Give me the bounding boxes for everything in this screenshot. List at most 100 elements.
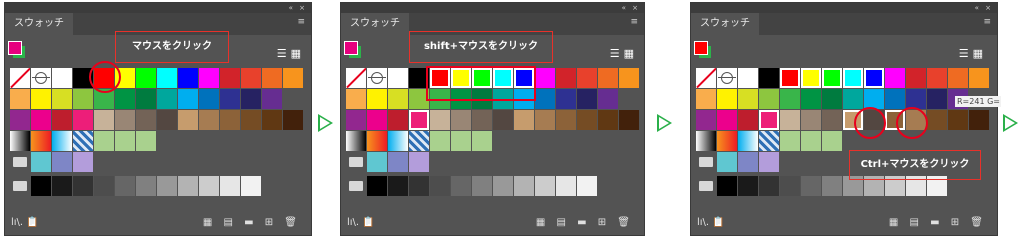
swatch[interactable] xyxy=(927,68,947,88)
library-menu-icon[interactable]: lı\. 📋 xyxy=(347,217,375,228)
swatch[interactable] xyxy=(220,89,240,109)
swatch[interactable] xyxy=(241,68,261,88)
swatch[interactable] xyxy=(199,110,219,130)
thumbnail-view-icon[interactable]: ▦ xyxy=(973,47,983,60)
swatch[interactable] xyxy=(220,110,240,130)
swatch[interactable] xyxy=(451,110,471,130)
swatch[interactable] xyxy=(801,110,821,130)
swatch[interactable] xyxy=(115,110,135,130)
swatch[interactable] xyxy=(801,131,821,151)
swatch[interactable] xyxy=(367,110,387,130)
swatch-gradient[interactable] xyxy=(388,131,408,151)
bottom-action-icons[interactable]: ▦ ▤ ▬ ⊞ 🗑 xyxy=(889,217,987,228)
swatch[interactable] xyxy=(31,152,51,172)
swatch[interactable] xyxy=(199,176,219,196)
swatch[interactable] xyxy=(780,131,800,151)
swatch[interactable] xyxy=(136,89,156,109)
swatch[interactable] xyxy=(346,110,366,130)
swatch[interactable] xyxy=(472,131,492,151)
swatch[interactable] xyxy=(822,131,842,151)
swatch[interactable] xyxy=(556,110,576,130)
swatch[interactable] xyxy=(717,110,737,130)
swatch-selected[interactable] xyxy=(409,110,429,130)
swatch-registration[interactable] xyxy=(367,68,387,88)
swatch[interactable] xyxy=(822,110,842,130)
swatch-selected[interactable] xyxy=(780,68,800,88)
fill-stroke-indicator[interactable] xyxy=(694,41,716,63)
swatch[interactable] xyxy=(759,176,779,196)
swatch[interactable] xyxy=(885,89,905,109)
swatch[interactable] xyxy=(241,89,261,109)
swatch[interactable] xyxy=(388,152,408,172)
swatch[interactable] xyxy=(52,176,72,196)
swatch[interactable] xyxy=(367,152,387,172)
swatch[interactable] xyxy=(430,176,450,196)
list-view-icon[interactable]: ☰ xyxy=(610,47,620,60)
swatch[interactable] xyxy=(696,110,716,130)
swatch[interactable] xyxy=(52,110,72,130)
swatch[interactable] xyxy=(94,110,114,130)
swatch[interactable] xyxy=(864,89,884,109)
swatch-selected[interactable] xyxy=(822,68,842,88)
swatch[interactable] xyxy=(157,68,177,88)
swatch[interactable] xyxy=(10,110,30,130)
swatch[interactable] xyxy=(493,176,513,196)
swatch[interactable] xyxy=(472,176,492,196)
swatch[interactable] xyxy=(220,176,240,196)
swatch[interactable] xyxy=(598,68,618,88)
swatch[interactable] xyxy=(535,89,555,109)
swatch[interactable] xyxy=(10,89,30,109)
swatch[interactable] xyxy=(136,131,156,151)
swatch-gradient[interactable] xyxy=(31,131,51,151)
swatch[interactable] xyxy=(801,89,821,109)
swatch[interactable] xyxy=(514,110,534,130)
swatch-gradient[interactable] xyxy=(52,131,72,151)
swatch[interactable] xyxy=(115,131,135,151)
swatch[interactable] xyxy=(822,89,842,109)
swatch[interactable] xyxy=(388,176,408,196)
swatch[interactable] xyxy=(388,89,408,109)
swatch-registration[interactable] xyxy=(717,68,737,88)
list-view-icon[interactable]: ☰ xyxy=(277,47,287,60)
panel-menu-icon[interactable]: ≡ xyxy=(983,17,991,27)
swatch[interactable] xyxy=(493,110,513,130)
swatch[interactable] xyxy=(556,68,576,88)
swatch[interactable] xyxy=(178,110,198,130)
swatch[interactable] xyxy=(52,152,72,172)
swatch-gradient[interactable] xyxy=(696,131,716,151)
swatch-black[interactable] xyxy=(759,68,779,88)
swatch-pattern[interactable] xyxy=(73,131,93,151)
swatch-pattern[interactable] xyxy=(409,131,429,151)
swatch[interactable] xyxy=(906,89,926,109)
swatch[interactable] xyxy=(367,89,387,109)
swatch[interactable] xyxy=(472,110,492,130)
swatch-gradient[interactable] xyxy=(346,131,366,151)
swatch[interactable] xyxy=(514,176,534,196)
swatch[interactable] xyxy=(136,68,156,88)
swatch[interactable] xyxy=(409,176,429,196)
swatch[interactable] xyxy=(906,68,926,88)
swatch[interactable] xyxy=(535,176,555,196)
swatch[interactable] xyxy=(283,68,303,88)
swatch[interactable] xyxy=(136,110,156,130)
swatch-none[interactable] xyxy=(346,68,366,88)
swatch-none[interactable] xyxy=(10,68,30,88)
swatch[interactable] xyxy=(283,110,303,130)
swatch[interactable] xyxy=(178,89,198,109)
swatch[interactable] xyxy=(94,131,114,151)
swatch[interactable] xyxy=(73,152,93,172)
swatch[interactable] xyxy=(430,131,450,151)
bottom-action-icons[interactable]: ▦ ▤ ▬ ⊞ 🗑 xyxy=(536,217,634,228)
thumbnail-view-icon[interactable]: ▦ xyxy=(624,47,634,60)
swatch[interactable] xyxy=(577,110,597,130)
swatch[interactable] xyxy=(262,110,282,130)
swatch[interactable] xyxy=(927,110,947,130)
swatch[interactable] xyxy=(619,68,639,88)
swatch[interactable] xyxy=(262,68,282,88)
swatch[interactable] xyxy=(556,176,576,196)
swatch[interactable] xyxy=(178,176,198,196)
swatch[interactable] xyxy=(780,89,800,109)
swatch[interactable] xyxy=(738,89,758,109)
swatch[interactable] xyxy=(178,68,198,88)
swatch[interactable] xyxy=(52,89,72,109)
